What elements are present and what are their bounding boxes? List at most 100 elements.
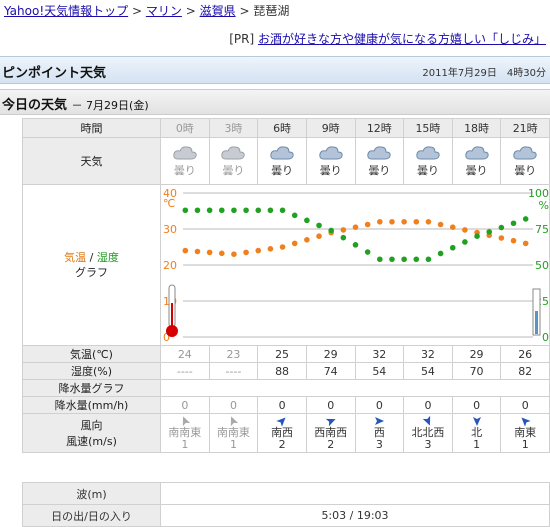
sun-wave-table: 波(m) 日の出/日の入り 5:03 / 19:03	[22, 482, 550, 527]
sun-label: 日の出/日の入り	[22, 504, 161, 527]
cloud-icon	[416, 145, 440, 159]
temp-point	[304, 237, 310, 243]
temp-row: 気温(℃) 24 23 25 29 32 32 29 26	[22, 345, 550, 363]
breadcrumb: Yahoo!天気情報トップ > マリン > 滋賀県 > 琵琶湖	[4, 2, 289, 19]
temp-point	[425, 219, 432, 225]
temp-cell: 29	[451, 345, 502, 363]
hum-cell: ----	[208, 362, 259, 380]
wave-row: 波(m)	[22, 482, 550, 505]
temp-point	[267, 246, 274, 252]
temp-point	[364, 221, 371, 228]
time-cell: 3時	[208, 118, 259, 138]
announce-datetime: 2011年7月29日 4時30分	[422, 68, 546, 79]
hum-cell: 74	[305, 362, 356, 380]
time-row: 時間 0時 3時 6時 9時 12時 15時 18時 21時	[22, 118, 550, 138]
pr-tag: [PR]	[229, 32, 255, 46]
temp-point	[522, 240, 529, 247]
cloud-icon	[367, 145, 391, 159]
temp-point	[437, 221, 444, 228]
cloud-icon	[173, 145, 197, 159]
weather-cell-inner: 曇り	[356, 138, 404, 184]
wind-cell-inner: 西南西 2	[307, 414, 355, 452]
wind-cell-inner: 西3	[356, 414, 404, 452]
wind-cell-inner: 南南東 1	[161, 414, 209, 452]
breadcrumb-link-shiga[interactable]: 滋賀県	[200, 4, 236, 18]
weather-text: 曇り	[222, 163, 245, 177]
wind-speed: 1	[181, 438, 189, 451]
weather-text: 曇り	[319, 163, 342, 177]
wind-speed: 2	[327, 438, 335, 451]
hum-point	[462, 239, 468, 245]
page-title: ピンポイント天気	[2, 66, 107, 81]
wind-speed: 2	[278, 438, 286, 451]
weather-text: 曇り	[173, 163, 196, 177]
hum-tick: 0	[542, 331, 549, 344]
weather-text: 曇り	[465, 163, 488, 177]
weather-cell: 曇り	[160, 137, 210, 185]
forecast-table: 時間 0時 3時 6時 9時 12時 15時 18時 21時 天気 曇り 曇り …	[22, 118, 550, 453]
hum-tick: 75	[535, 223, 549, 236]
hum-point	[267, 207, 274, 214]
graph-label-temp: 気温	[64, 251, 87, 264]
pr-link[interactable]: お酒が好きな方や健康が気になる方嬉しい「しじみ」	[258, 32, 546, 46]
hum-point	[401, 256, 407, 263]
hum-cell: 88	[257, 362, 307, 380]
temp-cell: 23	[208, 345, 259, 363]
wind-cell: 南西 2	[257, 413, 307, 453]
wind-speed: 1	[521, 438, 529, 451]
temp-unit: ℃	[163, 197, 175, 210]
title-bar: ピンポイント天気 2011年7月29日 4時30分	[0, 56, 550, 84]
wind-label-dir: 風向	[80, 419, 103, 432]
temp-cell: 32	[403, 345, 453, 363]
hum-cell: 70	[451, 362, 502, 380]
temp-point	[182, 247, 189, 254]
time-cell: 0時	[160, 118, 210, 138]
pr-banner: [PR] お酒が好きな方や健康が気になる方嬉しい「しじみ」	[229, 30, 546, 47]
weather-cell-inner: 曇り	[161, 138, 209, 184]
wind-cell-inner: 北1	[453, 414, 501, 452]
hum-tick: 50	[535, 259, 549, 272]
wind-cell: 西南西 2	[305, 413, 356, 453]
wind-speed: 1	[473, 438, 481, 451]
weather-cell: 曇り	[500, 137, 550, 185]
graph-label-word: グラフ	[75, 266, 108, 279]
temp-tick: 20	[163, 259, 177, 272]
hum-cell: 54	[354, 362, 405, 380]
wind-cell: 西3	[354, 413, 405, 453]
hum-point	[231, 207, 237, 214]
hum-point	[474, 233, 480, 239]
temp-point	[194, 248, 201, 255]
hum-point	[522, 216, 529, 222]
breadcrumb-link-top[interactable]: Yahoo!天気情報トップ	[4, 4, 128, 18]
hum-cell: 82	[500, 362, 550, 380]
wind-speed: 3	[375, 438, 383, 451]
temp-point	[413, 219, 420, 225]
wind-arrow-icon	[375, 417, 385, 425]
time-cell: 21時	[500, 118, 550, 138]
weather-text: 曇り	[271, 163, 294, 177]
weather-cell: 曇り	[257, 137, 307, 185]
temp-cell: 25	[257, 345, 307, 363]
weather-cell: 曇り	[451, 137, 502, 185]
wave-label: 波(m)	[22, 482, 161, 505]
cloud-icon	[513, 145, 537, 159]
temp-point	[340, 227, 347, 233]
breadcrumb-sep: >	[239, 4, 250, 18]
hum-point	[279, 207, 286, 214]
breadcrumb-link-marine[interactable]: マリン	[146, 4, 182, 18]
hum-point	[498, 224, 505, 231]
hygrometer-icon	[532, 288, 541, 336]
weather-cell: 曇り	[403, 137, 453, 185]
temp-cell: 29	[305, 345, 356, 363]
time-label: 時間	[22, 118, 161, 138]
today-date: － 7月29日(金)	[71, 99, 149, 112]
temp-point	[279, 244, 286, 250]
temp-point	[510, 237, 517, 244]
time-cell: 9時	[305, 118, 356, 138]
temp-point	[401, 219, 407, 225]
temp-cell: 32	[354, 345, 405, 363]
wind-label: 風向 風速(m/s)	[22, 413, 161, 453]
hum-point	[255, 207, 262, 214]
weather-row: 天気 曇り 曇り 曇り 曇り 曇り 曇り 曇り 曇り	[22, 137, 550, 185]
weather-text: 曇り	[514, 163, 537, 177]
